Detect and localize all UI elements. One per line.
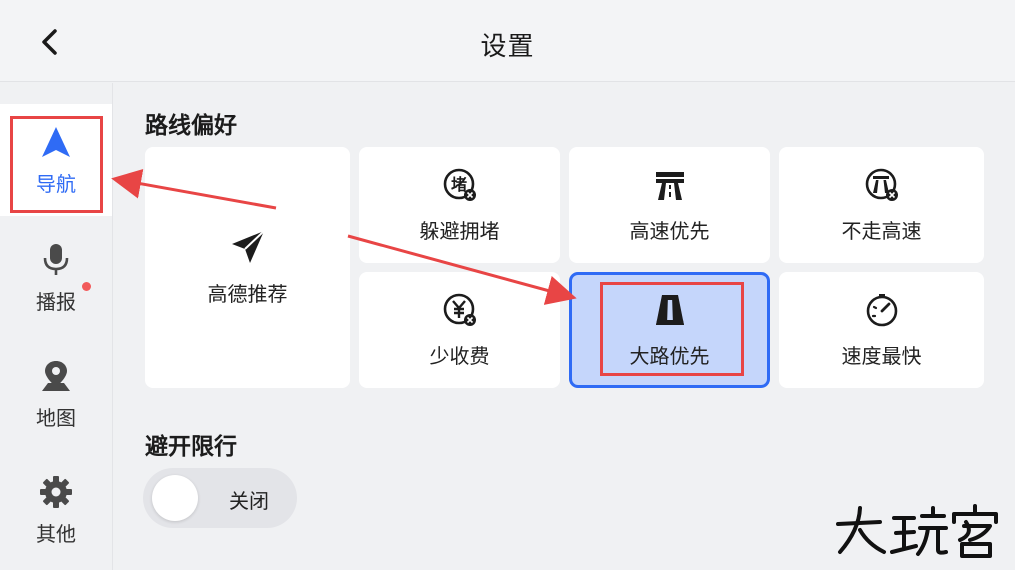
- route-option-avoid-congestion[interactable]: 堵 躲避拥堵: [359, 147, 560, 263]
- route-option-less-toll[interactable]: 少收费: [359, 272, 560, 388]
- route-option-label: 高速优先: [629, 218, 710, 243]
- route-option-recommended[interactable]: 高德推荐: [145, 147, 350, 388]
- gear-icon: [40, 475, 72, 508]
- route-option-highway-first[interactable]: 高速优先: [569, 147, 770, 263]
- microphone-icon: [43, 243, 69, 275]
- route-option-label: 少收费: [429, 343, 490, 368]
- speedometer-icon: [866, 293, 897, 326]
- route-preference-title: 路线偏好: [145, 113, 237, 139]
- route-option-label: 不走高速: [841, 218, 922, 243]
- paper-plane-icon: [231, 230, 265, 263]
- annotation-box-navigation: [10, 116, 103, 213]
- sidebar-item-label: 地图: [36, 405, 76, 430]
- sidebar-item-label: 其他: [36, 521, 76, 546]
- less-toll-icon: [443, 293, 476, 326]
- toggle-label: 关闭: [229, 489, 269, 513]
- map-pin-icon: [42, 360, 70, 391]
- route-option-no-highway[interactable]: 不走高速: [779, 147, 984, 263]
- highway-icon: [655, 171, 684, 200]
- route-option-label: 速度最快: [841, 343, 922, 368]
- sidebar-item-broadcast[interactable]: 播报: [0, 222, 112, 334]
- sidebar-item-other[interactable]: 其他: [0, 454, 112, 566]
- route-option-label: 高德推荐: [207, 282, 288, 306]
- toggle-knob: [152, 475, 198, 521]
- watermark-logo: [836, 504, 998, 558]
- avoid-restriction-title: 避开限行: [145, 434, 237, 460]
- route-option-fastest[interactable]: 速度最快: [779, 272, 984, 388]
- sidebar-item-label: 播报: [36, 289, 76, 314]
- route-option-label: 躲避拥堵: [419, 218, 500, 243]
- sidebar-item-map[interactable]: 地图: [0, 338, 112, 450]
- notification-dot: [82, 282, 91, 291]
- avoid-congestion-icon: 堵: [443, 168, 476, 201]
- avoid-restriction-toggle[interactable]: 关闭: [143, 468, 297, 528]
- svg-text:堵: 堵: [450, 175, 466, 194]
- page-title: 设置: [480, 32, 535, 62]
- no-highway-icon: [865, 168, 898, 201]
- top-bar: 设置: [0, 0, 1015, 82]
- annotation-box-main-road: [600, 282, 744, 376]
